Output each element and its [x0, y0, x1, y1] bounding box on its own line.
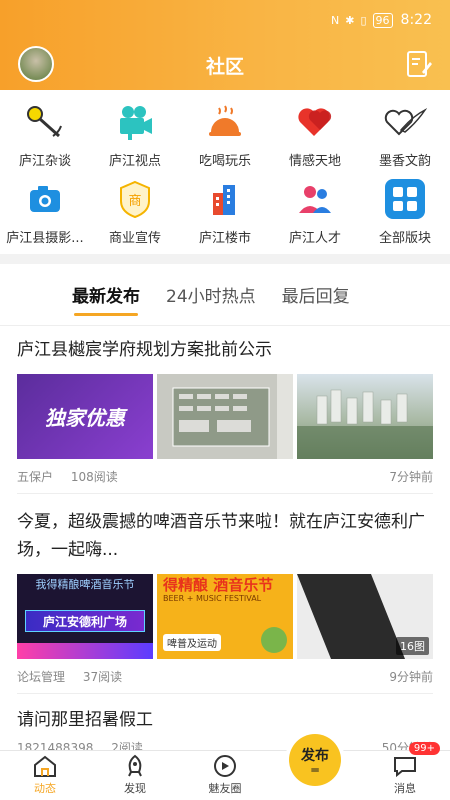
tab-hot-24h[interactable]: 24小时热点: [166, 282, 256, 307]
avatar[interactable]: [18, 46, 54, 82]
post-time: 9分钟前: [389, 669, 433, 684]
post-author[interactable]: 五保户: [17, 470, 53, 484]
pen-pencil-icon: [23, 100, 67, 144]
page-title: 社区: [205, 55, 244, 78]
image-count-badge: 16图: [396, 637, 429, 655]
category-luqiang-shidian[interactable]: 庐江视点: [90, 100, 180, 177]
section-separator: [0, 254, 450, 264]
promo-text: 独家优惠: [45, 406, 125, 430]
post-reads: 108阅读: [70, 469, 118, 484]
top-nav: 社区: [0, 40, 450, 90]
circle-play-icon: [214, 755, 236, 777]
post-time: 7分钟前: [389, 469, 433, 484]
festival-subtitle: BEER + MUSIC FESTIVAL: [163, 594, 262, 603]
category-luqiang-zatan[interactable]: 庐江杂谈: [0, 100, 90, 177]
compose-icon[interactable]: [402, 48, 434, 80]
post-reads: 37阅读: [82, 669, 123, 684]
category-qinggan-tiandi[interactable]: 情感天地: [270, 100, 360, 177]
festival-tag: 啤普及运动: [163, 634, 221, 651]
message-badge: 99+: [408, 742, 440, 755]
category-shangye-xuanchuan[interactable]: 商 商业宣传: [90, 177, 180, 254]
status-bar: N ✱ ▯ 96 8:22: [0, 0, 450, 40]
nav-dongtai[interactable]: 动态: [10, 754, 80, 796]
nav-meiyouquan[interactable]: 魅友圈: [190, 754, 260, 796]
post-title[interactable]: 请问那里招暑假工: [17, 706, 433, 734]
post-images: 独家优惠: [17, 374, 433, 459]
category-all[interactable]: 全部版块: [360, 177, 450, 254]
post-meta: 五保户 108阅读 7分钟前: [17, 459, 433, 493]
buildings-icon: [203, 177, 247, 221]
header: N ✱ ▯ 96 8:22 社区: [0, 0, 450, 90]
publish-button[interactable]: 发布 ═: [285, 730, 345, 790]
post-image[interactable]: 得精酿 酒音乐节 BEER + MUSIC FESTIVAL 啤普及运动: [157, 574, 293, 659]
chat-icon: [394, 757, 416, 778]
tab-last-reply[interactable]: 最后回复: [282, 282, 350, 307]
svg-text:商: 商: [128, 194, 141, 209]
rocket-icon: [128, 754, 142, 777]
post-image[interactable]: [157, 374, 293, 459]
post-image[interactable]: 16图: [297, 574, 433, 659]
nfc-icon: N: [331, 13, 340, 27]
post-1[interactable]: 庐江县樾宸学府规划方案批前公示 独家优惠 五保户 108阅读 7分钟前: [0, 326, 450, 493]
publish-icon: ═: [311, 763, 319, 777]
home-icon: [34, 755, 56, 777]
status-time: 8:22: [400, 12, 432, 28]
festival-location: 庐江安德利广场: [42, 614, 127, 629]
shop-badge-icon: 商: [113, 177, 157, 221]
tab-latest[interactable]: 最新发布: [72, 282, 140, 316]
post-meta: 论坛管理 37阅读 9分钟前: [17, 659, 433, 693]
camera-icon: [23, 177, 67, 221]
people-icon: [293, 177, 337, 221]
vibrate-icon: ▯: [360, 13, 367, 27]
nav-publish-slot: 发布 ═: [280, 730, 350, 796]
heart-quill-icon: [383, 100, 427, 144]
post-image[interactable]: 我得精酿啤酒音乐节 庐江安德利广场: [17, 574, 153, 659]
festival-banner-top: 我得精酿啤酒音乐节: [35, 578, 135, 591]
category-rencai[interactable]: 庐江人才: [270, 177, 360, 254]
category-grid: 庐江杂谈 庐江视点 吃喝玩乐 情感天地 墨香文韵 庐江县摄影... 商 商业宣传…: [0, 90, 450, 254]
post-title[interactable]: 今夏，超级震撼的啤酒音乐节来啦！就在庐江安德利广场，一起嗨...: [17, 508, 433, 564]
post-image[interactable]: [297, 374, 433, 459]
status-icons: N ✱ ▯ 96: [331, 12, 393, 28]
grid-icon: [383, 177, 427, 221]
category-moxiang-wenyun[interactable]: 墨香文韵: [360, 100, 450, 177]
bluetooth-icon: ✱: [345, 13, 355, 27]
post-images: 我得精酿啤酒音乐节 庐江安德利广场 得精酿 酒音乐节 BEER + MUSIC …: [17, 574, 433, 659]
video-camera-icon: [113, 100, 157, 144]
post-author[interactable]: 论坛管理: [17, 670, 65, 684]
festival-title: 得精酿 酒音乐节: [163, 576, 274, 594]
hearts-icon: [293, 100, 337, 144]
battery-icon: 96: [372, 12, 393, 28]
nav-faxian[interactable]: 发现: [100, 754, 170, 796]
category-loushi[interactable]: 庐江楼市: [180, 177, 270, 254]
bottom-nav: 动态 发现 魅友圈 发布 ═ 99+ 消息: [0, 730, 450, 800]
category-chihe-wanle[interactable]: 吃喝玩乐: [180, 100, 270, 177]
nav-xiaoxi[interactable]: 99+ 消息: [370, 742, 440, 796]
post-image[interactable]: 独家优惠: [17, 374, 153, 459]
food-cloche-icon: [203, 100, 247, 144]
post-title[interactable]: 庐江县樾宸学府规划方案批前公示: [17, 336, 433, 364]
feed-tabs: 最新发布 24小时热点 最后回复: [0, 264, 450, 326]
category-sheying[interactable]: 庐江县摄影...: [0, 177, 90, 254]
post-2[interactable]: 今夏，超级震撼的啤酒音乐节来啦！就在庐江安德利广场，一起嗨... 我得精酿啤酒音…: [0, 494, 450, 693]
